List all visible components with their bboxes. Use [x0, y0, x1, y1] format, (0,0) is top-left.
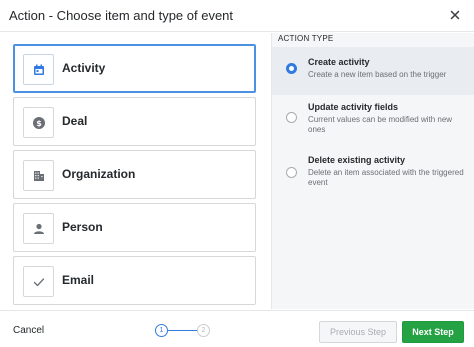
item-activity[interactable]: Activity — [13, 44, 256, 93]
item-organization[interactable]: Organization — [13, 150, 256, 199]
cancel-button[interactable]: Cancel — [13, 325, 44, 336]
section-label: ACTION TYPE — [278, 34, 334, 43]
item-person[interactable]: Person — [13, 203, 256, 252]
step-1: 1 — [155, 324, 168, 337]
step-connector — [168, 330, 197, 331]
radio-button[interactable] — [286, 63, 297, 74]
item-label: Email — [62, 273, 95, 287]
next-step-button[interactable]: Next Step — [402, 321, 464, 343]
previous-step-button[interactable]: Previous Step — [319, 321, 397, 343]
option-description: Current values can be modified with new … — [308, 115, 453, 134]
option-description: Delete an item associated with the trigg… — [308, 168, 464, 187]
step-2: 2 — [197, 324, 210, 337]
option-update-activity-fields[interactable]: Update activity fields Current values ca… — [272, 95, 474, 147]
item-label: Person — [62, 220, 103, 234]
close-icon[interactable] — [448, 8, 462, 22]
building-icon — [23, 160, 54, 191]
item-email[interactable]: Email — [13, 256, 256, 305]
step-indicator: 1 2 — [155, 324, 210, 338]
option-create-activity[interactable]: Create activity Create a new item based … — [272, 47, 474, 95]
svg-text:$: $ — [36, 119, 42, 128]
radio-button[interactable] — [286, 112, 297, 123]
option-title: Update activity fields — [308, 102, 399, 112]
item-deal[interactable]: $ Deal — [13, 97, 256, 146]
checkmark-icon — [23, 266, 54, 297]
item-label: Organization — [62, 167, 136, 181]
dialog-header: Action - Choose item and type of event — [0, 0, 474, 32]
option-title: Create activity — [308, 57, 370, 67]
option-description: Create a new item based on the trigger — [308, 70, 447, 79]
item-label: Deal — [62, 114, 88, 128]
item-type-list: Activity $ Deal Organization Person Emai… — [0, 33, 270, 309]
dialog-title: Action - Choose item and type of event — [9, 8, 234, 23]
dollar-icon: $ — [23, 107, 54, 138]
radio-button[interactable] — [286, 167, 297, 178]
option-delete-existing-activity[interactable]: Delete existing activity Delete an item … — [272, 147, 474, 199]
calendar-icon — [23, 54, 54, 85]
option-title: Delete existing activity — [308, 155, 406, 165]
action-type-panel: ACTION TYPE Create activity Create a new… — [271, 33, 474, 309]
item-label: Activity — [62, 61, 106, 75]
person-icon — [23, 213, 54, 244]
dialog-footer: Cancel 1 2 Previous Step Next Step — [0, 310, 474, 347]
